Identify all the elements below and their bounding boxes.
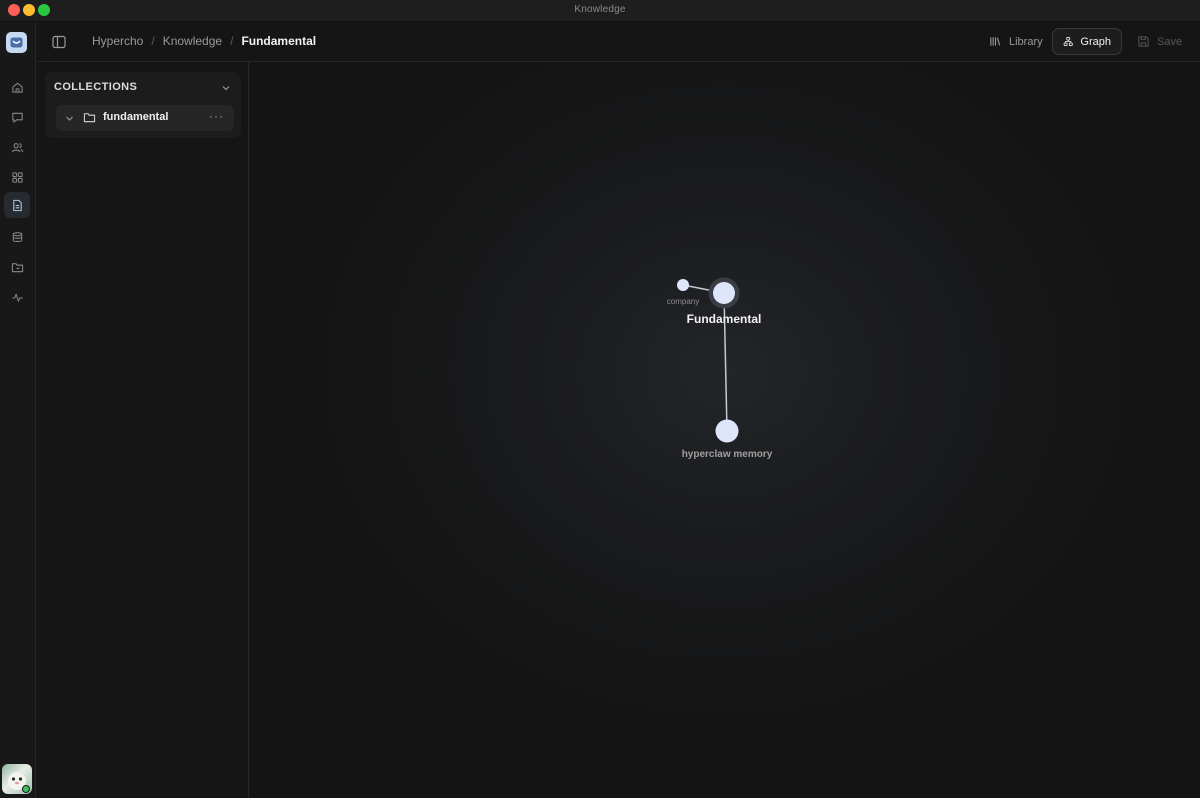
graph-node-memory[interactable] bbox=[715, 419, 739, 443]
database-icon bbox=[12, 231, 22, 242]
library-view-button[interactable]: Library bbox=[979, 28, 1053, 55]
graph-view-button[interactable]: Graph bbox=[1052, 28, 1122, 55]
nav-activity-button[interactable] bbox=[4, 284, 30, 310]
nav-chat-button[interactable] bbox=[4, 104, 30, 130]
app-logo[interactable] bbox=[6, 32, 27, 53]
folder-icon bbox=[11, 262, 23, 272]
nav-database-button[interactable] bbox=[4, 224, 30, 250]
apps-grid-icon bbox=[11, 171, 23, 183]
nav-users-button[interactable] bbox=[4, 134, 30, 160]
activity-icon bbox=[11, 293, 23, 302]
save-button[interactable]: Save bbox=[1127, 28, 1192, 55]
graph-node-company[interactable] bbox=[677, 279, 689, 291]
library-icon bbox=[990, 37, 1001, 46]
library-label: Library bbox=[1009, 35, 1043, 48]
graph-svg bbox=[677, 277, 740, 443]
window-title: Knowledge bbox=[574, 4, 626, 15]
breadcrumb: Hypercho / Knowledge / Fundamental bbox=[92, 34, 316, 48]
graph-node-label-fundamental: Fundamental bbox=[686, 312, 762, 326]
nav-knowledge-button[interactable] bbox=[4, 192, 30, 218]
graph-node-fundamental[interactable] bbox=[713, 282, 735, 304]
toggle-sidebar-icon[interactable] bbox=[51, 34, 67, 50]
save-icon bbox=[1138, 36, 1149, 47]
folder-icon bbox=[83, 113, 96, 123]
home-icon bbox=[11, 82, 23, 93]
document-icon bbox=[12, 199, 22, 211]
collection-folder-fundamental[interactable]: fundamental ··· bbox=[56, 105, 234, 131]
title-bar: Knowledge bbox=[0, 0, 1200, 22]
chevron-down-icon[interactable] bbox=[221, 83, 231, 93]
chevron-down-icon[interactable] bbox=[65, 114, 74, 123]
nav-files-button[interactable] bbox=[4, 254, 30, 280]
collections-section: COLLECTIONS fundamental ··· bbox=[45, 72, 241, 138]
graph-label: Graph bbox=[1080, 35, 1111, 48]
collections-title: COLLECTIONS bbox=[54, 81, 138, 93]
graph-node-label-company: company bbox=[666, 297, 700, 306]
breadcrumb-item-current: Fundamental bbox=[241, 34, 317, 48]
online-status-indicator bbox=[22, 785, 30, 793]
chat-icon bbox=[11, 112, 23, 123]
users-icon bbox=[11, 142, 23, 152]
breadcrumb-item-hypercho[interactable]: Hypercho bbox=[92, 34, 143, 48]
folder-label: fundamental bbox=[103, 111, 169, 123]
save-label: Save bbox=[1157, 35, 1183, 48]
breadcrumb-separator: / bbox=[230, 34, 234, 48]
collections-panel: COLLECTIONS fundamental ··· bbox=[37, 62, 249, 798]
nav-home-button[interactable] bbox=[4, 74, 30, 100]
icon-rail bbox=[0, 22, 36, 798]
more-options-button[interactable]: ··· bbox=[209, 109, 224, 123]
breadcrumb-item-knowledge[interactable]: Knowledge bbox=[163, 34, 222, 48]
knowledge-graph-canvas[interactable]: company Fundamental hyperclaw memory bbox=[250, 62, 1200, 798]
graph-node-label-memory: hyperclaw memory bbox=[681, 449, 773, 460]
graph-icon bbox=[1063, 36, 1073, 47]
nav-apps-button[interactable] bbox=[4, 164, 30, 190]
breadcrumb-separator: / bbox=[151, 34, 155, 48]
app-logo-icon bbox=[10, 37, 23, 48]
top-header: Hypercho / Knowledge / Fundamental Libra… bbox=[37, 22, 1200, 62]
